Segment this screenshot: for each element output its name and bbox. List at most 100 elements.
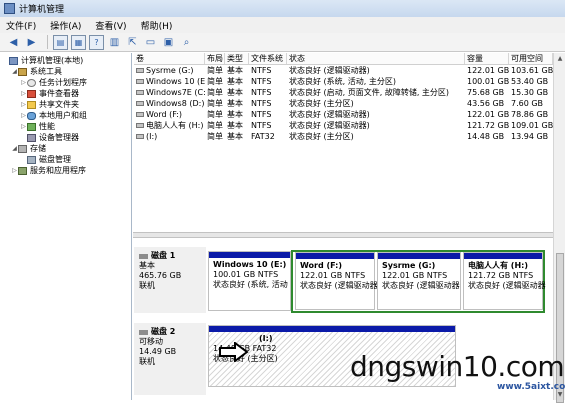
column-capacity[interactable]: 容量: [465, 53, 509, 64]
partition-f-name: Word (F:): [300, 261, 343, 270]
folder-up-icon[interactable]: ▤: [53, 34, 68, 50]
forward-arrow-icon[interactable]: ▶: [24, 35, 39, 50]
column-layout[interactable]: 布局: [205, 53, 225, 64]
export-icon[interactable]: ⇱: [125, 35, 140, 50]
table-row[interactable]: Windows 10 (E:) 简单 基本 NTFS 状态良好 (系统, 活动, 主分区…: [134, 76, 553, 87]
partition-e[interactable]: Windows 10 (E:) 100.01 GB NTFS 状态良好 (系统,…: [208, 251, 291, 311]
tree-node[interactable]: 计算机管理(本地): [0, 55, 131, 66]
tree-node[interactable]: ▷ 共享文件夹: [0, 99, 131, 110]
volume-list-header: 卷 布局 类型 文件系统 状态 容量 可用空间: [134, 53, 553, 65]
expander-icon[interactable]: ▷: [11, 165, 18, 176]
cell-capacity: 100.01 GB: [467, 77, 509, 86]
search-icon[interactable]: ⌕: [179, 35, 194, 50]
vertical-scrollbar[interactable]: ▲ ▼: [553, 53, 565, 403]
table-row[interactable]: Windows8 (D:) 简单 基本 NTFS 状态良好 (主分区) 43.56 GB 7…: [134, 98, 553, 109]
cell-layout: 简单: [207, 66, 223, 75]
expander-icon[interactable]: ▷: [20, 88, 27, 99]
pane-splitter[interactable]: [133, 232, 553, 238]
watermark-sub: www.5aixt.com: [497, 382, 565, 392]
column-filesystem[interactable]: 文件系统: [249, 53, 287, 64]
tree-node[interactable]: ▷ 本地用户和组: [0, 110, 131, 121]
disk-1-label[interactable]: 磁盘 1 基本 465.76 GB 联机: [134, 247, 206, 313]
column-status[interactable]: 状态: [287, 53, 465, 64]
folder-open-icon[interactable]: ▭: [143, 35, 158, 50]
column-type[interactable]: 类型: [225, 53, 249, 64]
tree-node[interactable]: ◢ 系统工具: [0, 66, 131, 77]
cell-free-space: 13.94 GB: [511, 132, 549, 141]
expander-icon[interactable]: ▷: [20, 121, 27, 132]
disk-1-type: 基本: [139, 261, 155, 270]
arrow-pointer-icon: [219, 342, 249, 362]
volume-name: Sysrme (G:): [146, 66, 194, 75]
expander-icon[interactable]: ◢: [11, 66, 18, 77]
drive-icon: [136, 79, 144, 84]
cell-volume: Windows 10 (E:): [134, 76, 205, 87]
menu-file[interactable]: 文件(F): [6, 19, 36, 32]
console-tree: 计算机管理(本地) ◢ 系统工具 ▷ 任务计划程序 ▷ 事件查看器 ▷ 共享文件夹 ▷ 本地用户和组…: [0, 53, 132, 400]
table-row[interactable]: Sysrme (G:) 简单 基本 NTFS 状态良好 (逻辑驱动器) 122.01 GB…: [134, 65, 553, 76]
tree-node[interactable]: ▷ 性能: [0, 121, 131, 132]
menu-view[interactable]: 查看(V): [95, 19, 126, 32]
tree-node[interactable]: 磁盘管理: [0, 154, 131, 165]
scroll-up-icon[interactable]: ▲: [554, 53, 565, 64]
table-row[interactable]: (I:) 简单 基本 FAT32 状态良好 (主分区) 14.48 GB 13.94 GB: [134, 131, 553, 142]
cell-type: 基本: [227, 121, 243, 130]
tree-node[interactable]: 设备管理器: [0, 132, 131, 143]
tree-node[interactable]: ▷ 事件查看器: [0, 88, 131, 99]
menu-help[interactable]: 帮助(H): [141, 19, 173, 32]
table-row[interactable]: Windows7E (C:) 简单 基本 NTFS 状态良好 (启动, 页面文件, 故障…: [134, 87, 553, 98]
cell-status: 状态良好 (逻辑驱动器): [289, 66, 370, 75]
partition-bar: [296, 253, 374, 259]
cell-filesystem: NTFS: [251, 77, 272, 86]
partition-bar: [464, 253, 542, 259]
console-tree-icon[interactable]: ▦: [71, 34, 86, 50]
list-view-icon[interactable]: ▥: [107, 35, 122, 50]
tree-node[interactable]: ▷ 任务计划程序: [0, 77, 131, 88]
drive-icon: [136, 112, 144, 117]
volume-name: Windows8 (D:): [146, 99, 205, 108]
cell-volume: Windows7E (C:): [134, 87, 205, 98]
tree-node[interactable]: ◢ 存储: [0, 143, 131, 154]
volume-list: 卷 布局 类型 文件系统 状态 容量 可用空间 Sysrme (G:) 简单 基本 N…: [134, 53, 553, 231]
tree-node[interactable]: ▷ 服务和应用程序: [0, 165, 131, 176]
expander-icon[interactable]: ▷: [20, 77, 27, 88]
partition-h[interactable]: 电脑人人有 (H:) 121.72 GB NTFS 状态良好 (逻辑驱动器: [463, 252, 546, 310]
table-row[interactable]: 电脑人人有 (H:) 简单 基本 NTFS 状态良好 (逻辑驱动器) 121.72 GB 1…: [134, 120, 553, 131]
disk-2-size: 14.49 GB: [139, 347, 177, 356]
help-icon[interactable]: ?: [89, 34, 104, 50]
cell-volume: Sysrme (G:): [134, 65, 205, 76]
volume-name: Windows7E (C:): [146, 88, 205, 97]
properties-icon[interactable]: ▣: [161, 35, 176, 50]
disk-1-status: 联机: [139, 281, 155, 290]
cell-free-space: 103.61 GB: [511, 66, 553, 75]
menu-action[interactable]: 操作(A): [50, 19, 81, 32]
disk-icon: [139, 253, 148, 259]
expander-icon[interactable]: ◢: [11, 143, 18, 154]
cell-layout: 简单: [207, 132, 223, 141]
cell-capacity: 121.72 GB: [467, 121, 509, 130]
cell-filesystem: NTFS: [251, 121, 272, 130]
column-volume[interactable]: 卷: [134, 53, 205, 64]
cell-status: 状态良好 (系统, 活动, 主分区): [289, 77, 396, 86]
expander-icon[interactable]: ▷: [20, 99, 27, 110]
cell-free-space: 7.60 GB: [511, 99, 544, 108]
column-free-space[interactable]: 可用空间: [509, 53, 553, 64]
back-arrow-icon[interactable]: ◀: [6, 35, 21, 50]
computer-management-icon: [4, 3, 15, 14]
disk-2-label[interactable]: 磁盘 2 可移动 14.49 GB 联机: [134, 323, 206, 395]
services-icon: [18, 166, 27, 175]
tree-node-label: 本地用户和组: [39, 111, 87, 120]
device-manager-icon: [27, 133, 36, 142]
cell-filesystem: FAT32: [251, 132, 275, 141]
expander-icon[interactable]: ▷: [20, 110, 27, 121]
table-row[interactable]: Word (F:) 简单 基本 NTFS 状态良好 (逻辑驱动器) 122.01 GB 78…: [134, 109, 553, 120]
partition-g[interactable]: Sysrme (G:) 122.01 GB NTFS 状态良好 (逻辑驱动器: [377, 252, 461, 310]
event-log-icon: [27, 89, 36, 98]
partition-f[interactable]: Word (F:) 122.01 GB NTFS 状态良好 (逻辑驱动器: [295, 252, 378, 310]
cell-type: 基本: [227, 88, 243, 97]
volume-name: Word (F:): [146, 110, 183, 119]
partition-f-status: 状态良好 (逻辑驱动器: [300, 281, 378, 290]
disk-management-icon: [27, 155, 36, 164]
partition-e-name: Windows 10 (E:): [213, 260, 287, 269]
clock-icon: [27, 78, 36, 87]
